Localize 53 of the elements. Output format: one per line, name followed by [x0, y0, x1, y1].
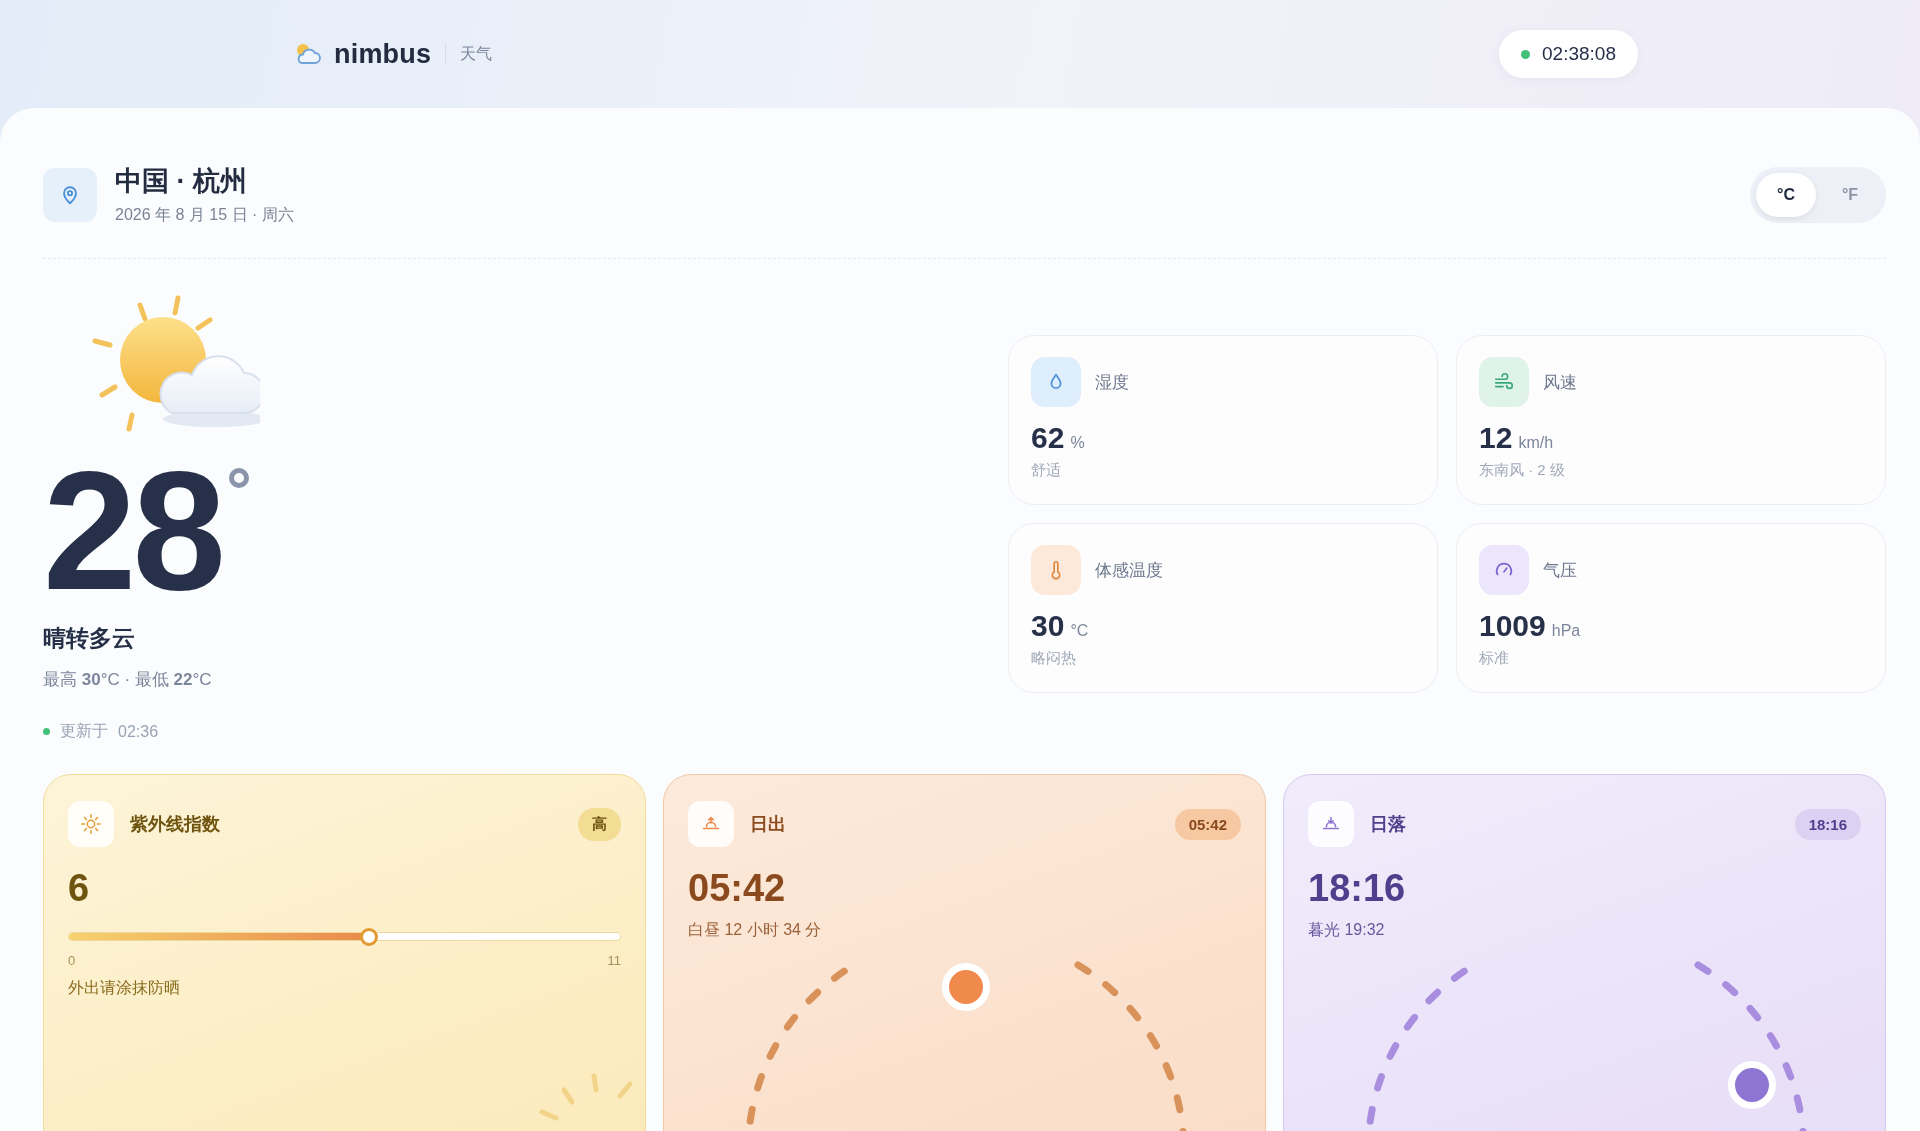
stat-unit: hPa	[1551, 622, 1581, 640]
stat-label: 湿度	[1095, 371, 1129, 394]
unit-option[interactable]: °C	[1756, 172, 1816, 217]
sunset-time: 18:16	[1308, 867, 1407, 910]
clock-time: 02:38:08	[1542, 43, 1616, 65]
updated-time: 02:36	[118, 722, 159, 741]
thermometer-icon	[1031, 545, 1081, 595]
updated-label: 更新于	[60, 721, 108, 741]
scale-max: 11	[607, 953, 621, 968]
scale-min: 0	[68, 953, 76, 968]
location-pin-icon	[43, 167, 97, 222]
degree-icon	[227, 467, 250, 489]
status-dot	[1521, 49, 1531, 59]
uv-level-badge: 高	[578, 807, 621, 841]
stat-note: 东南风 · 2 级	[1479, 461, 1566, 480]
card-note: 暮光 19:32	[1308, 920, 1386, 940]
card-title: 紫外线指数	[130, 813, 221, 836]
uv-value: 6	[68, 867, 91, 910]
card-title: 日出	[750, 813, 787, 836]
uv-advice: 外出请涂抹防晒	[68, 978, 181, 998]
logo-icon	[294, 42, 322, 66]
stat-value: 30	[1031, 609, 1065, 643]
location-date: 2026 年 8 月 15 日 · 周六	[115, 205, 294, 225]
stat-value: 12	[1479, 421, 1513, 455]
gauge-icon	[1479, 545, 1529, 595]
droplet-icon	[1031, 357, 1081, 407]
stat-label: 体感温度	[1095, 559, 1163, 582]
sunrise-icon	[688, 801, 734, 847]
sunrise-time: 05:42	[688, 867, 787, 910]
time-badge: 05:42	[1174, 808, 1241, 840]
status-dot	[43, 728, 50, 735]
card-note: 白昼 12 小时 34 分	[688, 920, 823, 940]
card-title: 日落	[1370, 813, 1407, 836]
stat-note: 舒适	[1031, 461, 1062, 480]
time-badge: 18:16	[1794, 808, 1861, 840]
stat-unit: km/h	[1518, 434, 1554, 452]
temperature: 28	[43, 467, 222, 595]
sunset-icon	[1308, 801, 1354, 847]
stat-label: 气压	[1543, 559, 1577, 582]
stat-value: 62	[1031, 421, 1065, 455]
stat-value: 1009	[1479, 609, 1546, 643]
stat-note: 略闷热	[1031, 649, 1077, 668]
wind-icon	[1479, 357, 1529, 407]
sun-icon	[68, 801, 114, 847]
high-low: 最高 30°C · 最低 22°C	[43, 669, 213, 691]
stat-unit: °C	[1070, 622, 1089, 640]
stat-note: 标准	[1479, 649, 1510, 668]
location-title: 中国 · 杭州	[115, 165, 248, 198]
stat-unit: %	[1070, 434, 1085, 452]
brand-subtitle: 天气	[460, 43, 493, 64]
condition: 晴转多云	[43, 624, 136, 653]
stat-label: 风速	[1543, 371, 1577, 394]
brand-name: nimbus	[334, 38, 432, 70]
